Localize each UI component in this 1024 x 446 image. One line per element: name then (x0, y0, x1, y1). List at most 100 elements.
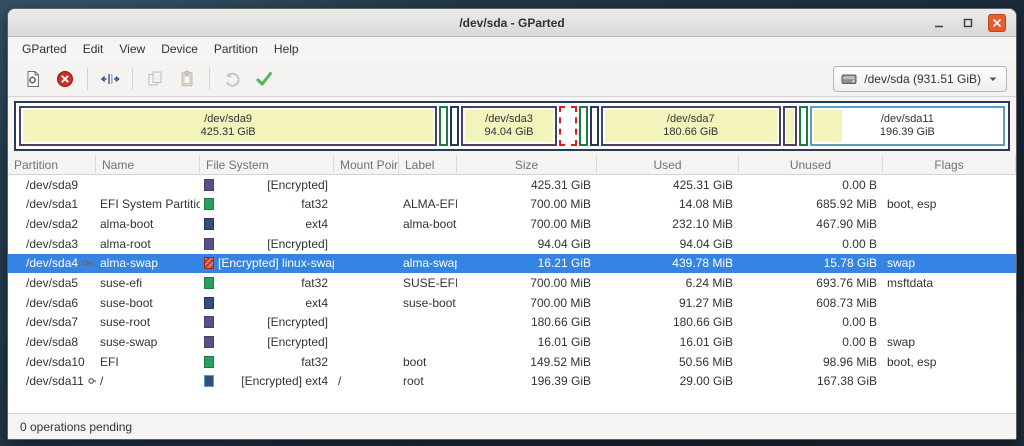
flags-cell: swap (887, 256, 916, 271)
partition-cell: /dev/sda4 (8, 256, 96, 270)
table-row-sda8[interactable]: /dev/sda8 suse-swap [Encrypted] 16.01 GiB 16… (8, 332, 1016, 352)
drive-harddisk-icon (841, 72, 857, 86)
filesystem-color-swatch (204, 375, 214, 388)
table-row-sda10[interactable]: /dev/sda10 EFI fat32 boot 149.52 MiB 50.56 Mi… (8, 351, 1016, 372)
filesystem-color-swatch (204, 178, 214, 191)
partition-cell: /dev/sda2 (8, 217, 96, 231)
size-cell: 94.04 GiB (537, 236, 591, 251)
filesystem-name: ext4 (305, 217, 328, 232)
map-segment-sda1[interactable] (439, 106, 449, 146)
table-row-sda11[interactable]: /dev/sda11 / [Encrypted] ext4 / root 196.39 G… (8, 371, 1016, 392)
new-partition-button[interactable] (17, 65, 49, 93)
column-header-mount-point[interactable]: Mount Point (334, 155, 399, 174)
map-segment-sda3[interactable]: /dev/sda3 94.04 GiB (461, 106, 557, 146)
copy-button[interactable] (139, 65, 171, 93)
table-row-sda5[interactable]: /dev/sda5 suse-efi fat32 SUSE-EFI 700.00 MiB… (8, 273, 1016, 293)
menu-item-partition[interactable]: Partition (206, 39, 266, 59)
column-header-label[interactable]: Label (399, 155, 457, 174)
undo-button[interactable] (216, 65, 248, 93)
name-cell: EFI (100, 354, 119, 369)
table-row-sda6[interactable]: /dev/sda6 suse-boot ext4 suse-boot 700.00 Mi… (8, 292, 1016, 313)
name-cell: alma-swap (100, 256, 159, 271)
column-header-name[interactable]: Name (96, 155, 200, 174)
partition-cell: /dev/sda8 (8, 335, 96, 349)
used-cell: 94.04 GiB (679, 236, 733, 251)
device-selector[interactable]: /dev/sda (931.51 GiB) (833, 65, 1007, 92)
device-selector-label: /dev/sda (931.51 GiB) (864, 71, 981, 86)
delete-partition-button[interactable] (49, 65, 81, 93)
chevron-down-icon (988, 75, 998, 83)
map-segment-label: /dev/sda11 196.39 GiB (879, 113, 935, 138)
paste-icon (177, 69, 197, 89)
filesystem-color-swatch (204, 335, 214, 348)
maximize-button[interactable] (959, 14, 977, 32)
map-segment-sda11[interactable]: /dev/sda11 196.39 GiB (809, 106, 1005, 146)
filesystem-color-swatch (204, 296, 214, 309)
column-header-unused[interactable]: Unused (739, 155, 883, 174)
desktop-background: /dev/sda - GParted GParted Edit View Dev… (0, 0, 1024, 446)
used-cell: 180.66 GiB (672, 315, 733, 330)
toolbar-separator (87, 67, 88, 90)
map-segment-fill (442, 109, 446, 143)
paste-button[interactable] (171, 65, 203, 93)
used-cell: 425.31 GiB (672, 177, 733, 192)
filesystem-color-swatch (204, 198, 214, 211)
size-cell: 16.01 GiB (537, 334, 591, 349)
column-header-used[interactable]: Used (597, 155, 739, 174)
filesystem-cell: [Encrypted] ext4 (200, 374, 334, 388)
minimize-button[interactable] (930, 14, 948, 32)
partition-path: /dev/sda3 (26, 236, 79, 251)
partition-path: /dev/sda6 (26, 295, 79, 310)
apply-button[interactable] (248, 65, 280, 93)
resize-move-button[interactable] (94, 65, 126, 93)
partition-path: /dev/sda10 (26, 354, 85, 369)
table-row-sda9[interactable]: /dev/sda9 [Encrypted] 425.31 GiB 425.31 GiB… (8, 175, 1016, 195)
unused-cell: 685.92 MiB (816, 197, 877, 212)
filesystem-cell: [Encrypted] (200, 237, 334, 251)
unused-cell: 0.00 B (842, 334, 877, 349)
title-bar[interactable]: /dev/sda - GParted (8, 9, 1016, 37)
map-segment-sda5[interactable] (578, 106, 588, 146)
flags-cell: msftdata (887, 276, 934, 291)
menu-item-help[interactable]: Help (266, 39, 307, 59)
map-segment-sda9[interactable]: /dev/sda9 425.31 GiB (19, 106, 438, 146)
column-header-partition[interactable]: Partition (8, 155, 96, 174)
flags-cell: boot, esp (887, 354, 937, 369)
close-button[interactable] (988, 13, 1006, 32)
map-segment-sda2[interactable] (450, 106, 460, 146)
map-segment-sda4-selected[interactable] (558, 106, 577, 146)
mount-point-cell: / (338, 374, 342, 389)
menu-item-device[interactable]: Device (153, 39, 206, 59)
map-segment-sda7[interactable]: /dev/sda7 180.66 GiB (600, 106, 781, 146)
menu-item-gparted[interactable]: GParted (14, 39, 75, 59)
used-cell: 91.27 MiB (678, 295, 733, 310)
table-row-sda3[interactable]: /dev/sda3 alma-root [Encrypted] 94.04 GiB 94… (8, 233, 1016, 254)
filesystem-name: [Encrypted] (267, 236, 328, 251)
column-header-size[interactable]: Size (457, 155, 597, 174)
gparted-window: /dev/sda - GParted GParted Edit View Dev… (7, 8, 1017, 440)
copy-icon (145, 69, 165, 89)
map-segment-sda8[interactable] (782, 106, 797, 146)
menu-item-edit[interactable]: Edit (75, 39, 112, 59)
menu-bar: GParted Edit View Device Partition Help (8, 37, 1016, 61)
size-cell: 16.21 GiB (537, 256, 591, 271)
filesystem-name: [Encrypted] (267, 177, 328, 192)
toolbar-separator (132, 67, 133, 90)
filesystem-color-swatch (204, 316, 214, 329)
map-segment-sda10[interactable] (798, 106, 808, 146)
status-bar: 0 operations pending (8, 413, 1016, 439)
menu-item-view[interactable]: View (111, 39, 153, 59)
column-header-flags[interactable]: Flags (883, 155, 1016, 174)
undo-icon (222, 69, 242, 89)
table-row-sda7[interactable]: /dev/sda7 suse-root [Encrypted] 180.66 GiB 1… (8, 312, 1016, 333)
size-cell: 180.66 GiB (530, 315, 591, 330)
column-header-file-system[interactable]: File System (200, 155, 334, 174)
maximize-icon (962, 17, 974, 29)
map-segment-sda6[interactable] (589, 106, 599, 146)
name-cell: suse-efi (100, 276, 143, 291)
table-row-sda1[interactable]: /dev/sda1 EFI System Partition fat32 ALMA-E… (8, 194, 1016, 215)
table-row-sda4[interactable]: /dev/sda4 alma-swap [Encrypted] linux-swap… (8, 253, 1016, 274)
filesystem-name: fat32 (301, 354, 328, 369)
table-row-sda2[interactable]: /dev/sda2 alma-boot ext4 alma-boot 700.00 Mi… (8, 214, 1016, 234)
toolbar-separator (209, 67, 210, 90)
